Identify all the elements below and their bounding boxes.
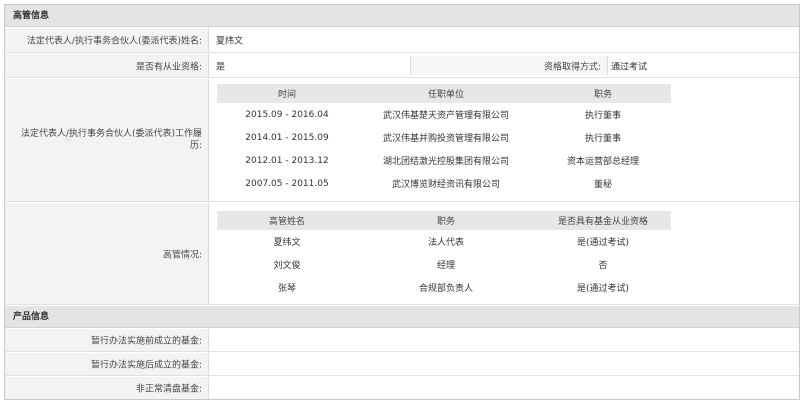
cell-qualified: 是(通过考试) <box>576 238 630 248</box>
product-row-pre: 暂行办法实施前成立的基金: <box>5 329 799 352</box>
legal-rep-name-label: 法定代表人/执行事务合伙人(委派代表)姓名: <box>26 36 202 47</box>
column-header-time: 时间 <box>217 84 357 103</box>
cell-name: 刘文俊 <box>273 261 301 271</box>
label-cell: 法定代表人/执行事务合伙人(委派代表)工作履 历: <box>5 79 209 201</box>
column-header-employer: 任职单位 <box>357 84 535 103</box>
qualification-row: 是否有从业资格: 是 资格取得方式: 通过考试 <box>5 54 799 78</box>
executives-row: 高管情况: 高管姓名 职务 是否具有基金从业资格 夏纬文 法人代表 是(通过考试… <box>5 203 799 305</box>
label-cell: 非正常清盘基金: <box>5 377 209 399</box>
funds-before-label: 暂行办法实施前成立的基金: <box>90 336 202 347</box>
work-history-label: 法定代表人/执行事务合伙人(委派代表)工作履 历: <box>21 128 202 152</box>
method-label-cell: 资格取得方式: <box>410 56 608 75</box>
cell-position: 执行董事 <box>584 134 621 144</box>
cell-position: 资本运营部总经理 <box>566 157 639 167</box>
table-row: 刘文俊 经理 否 <box>217 253 671 276</box>
cell-time: 2007.05 - 2011.05 <box>245 178 329 189</box>
cell-employer: 湖北团结激光控股集团有限公司 <box>382 157 509 167</box>
table-row: 夏纬文 法人代表 是(通过考试) <box>217 230 671 253</box>
column-header-role: 职务 <box>357 211 535 230</box>
label-cell: 是否有从业资格: <box>5 54 209 77</box>
label-cell: 暂行办法实施前成立的基金: <box>5 329 209 351</box>
info-panel: 高管信息 法定代表人/执行事务合伙人(委派代表)姓名: 夏纬文 是否有从业资格:… <box>4 4 800 400</box>
cell-time: 2012.01 - 2013.12 <box>245 155 329 166</box>
cell-employer: 武汉博览财经资讯有限公司 <box>391 180 500 190</box>
label-cell: 暂行办法实施后成立的基金: <box>5 353 209 375</box>
qualification-method-value: 通过考试 <box>611 62 648 72</box>
work-history-table: 时间 任职单位 职务 2015.09 - 2016.04 武汉伟基楚天资产管理有… <box>217 84 671 195</box>
product-row-post: 暂行办法实施后成立的基金: <box>5 353 799 376</box>
column-header-qualified: 是否具有基金从业资格 <box>535 211 671 230</box>
qualification-method-label: 资格取得方式: <box>543 62 601 72</box>
table-row: 2007.05 - 2011.05 武汉博览财经资讯有限公司 董秘 <box>217 172 671 195</box>
abnormal-liquidation-label: 非正常清盘基金: <box>135 384 202 395</box>
table-row: 2015.09 - 2016.04 武汉伟基楚天资产管理有限公司 执行董事 <box>217 103 671 126</box>
cell-qualified: 是(通过考试) <box>576 284 630 294</box>
section-header-product: 产品信息 <box>5 306 799 328</box>
cell-time: 2014.01 - 2015.09 <box>245 132 329 143</box>
cell-position: 执行董事 <box>584 111 621 121</box>
cell-role: 法人代表 <box>427 238 464 248</box>
label-cell: 法定代表人/执行事务合伙人(委派代表)姓名: <box>5 28 209 52</box>
broken-image-placeholder <box>65 137 71 142</box>
label-cell: 高管情况: <box>5 203 209 304</box>
qualification-value: 是 <box>216 62 226 72</box>
table-row: 张琴 合规部负责人 是(通过考试) <box>217 276 671 299</box>
work-history-label-line2: 历: <box>189 141 202 151</box>
section-title: 产品信息 <box>13 312 50 322</box>
table-header-row: 时间 任职单位 职务 <box>217 84 671 103</box>
table-header-row: 高管姓名 职务 是否具有基金从业资格 <box>217 211 671 230</box>
executives-table: 高管姓名 职务 是否具有基金从业资格 夏纬文 法人代表 是(通过考试) 刘文俊 … <box>217 211 671 299</box>
funds-after-label: 暂行办法实施后成立的基金: <box>90 360 202 371</box>
column-header-name: 高管姓名 <box>217 211 357 230</box>
cell-employer: 武汉伟基楚天资产管理有限公司 <box>382 111 509 121</box>
legal-rep-name-value: 夏纬文 <box>216 36 244 47</box>
cell-name: 夏纬文 <box>273 238 301 248</box>
executives-label: 高管情况: <box>162 250 202 260</box>
cell-name: 张琴 <box>277 284 296 294</box>
table-row: 2012.01 - 2013.12 湖北团结激光控股集团有限公司 资本运营部总经… <box>217 149 671 172</box>
section-header-manager: 高管信息 <box>5 5 799 27</box>
section-title: 高管信息 <box>13 11 50 21</box>
cell-qualified: 否 <box>598 261 608 271</box>
cell-role: 经理 <box>436 261 455 271</box>
work-history-row: 法定代表人/执行事务合伙人(委派代表)工作履 历: 时间 任职单位 职务 201… <box>5 79 799 202</box>
cell-time: 2015.09 - 2016.04 <box>245 109 329 120</box>
cell-employer: 武汉伟基并购投资管理有限公司 <box>382 134 509 144</box>
column-header-position: 职务 <box>535 84 671 103</box>
legal-rep-name-row: 法定代表人/执行事务合伙人(委派代表)姓名: 夏纬文 <box>5 28 799 53</box>
cell-role: 合规部负责人 <box>418 284 473 294</box>
cell-position: 董秘 <box>593 180 612 190</box>
table-row: 2014.01 - 2015.09 武汉伟基并购投资管理有限公司 执行董事 <box>217 126 671 149</box>
qualification-label: 是否有从业资格: <box>135 62 202 72</box>
product-row-abnormal: 非正常清盘基金: <box>5 377 799 399</box>
work-history-label-line1: 法定代表人/执行事务合伙人(委派代表)工作履 <box>20 129 202 139</box>
